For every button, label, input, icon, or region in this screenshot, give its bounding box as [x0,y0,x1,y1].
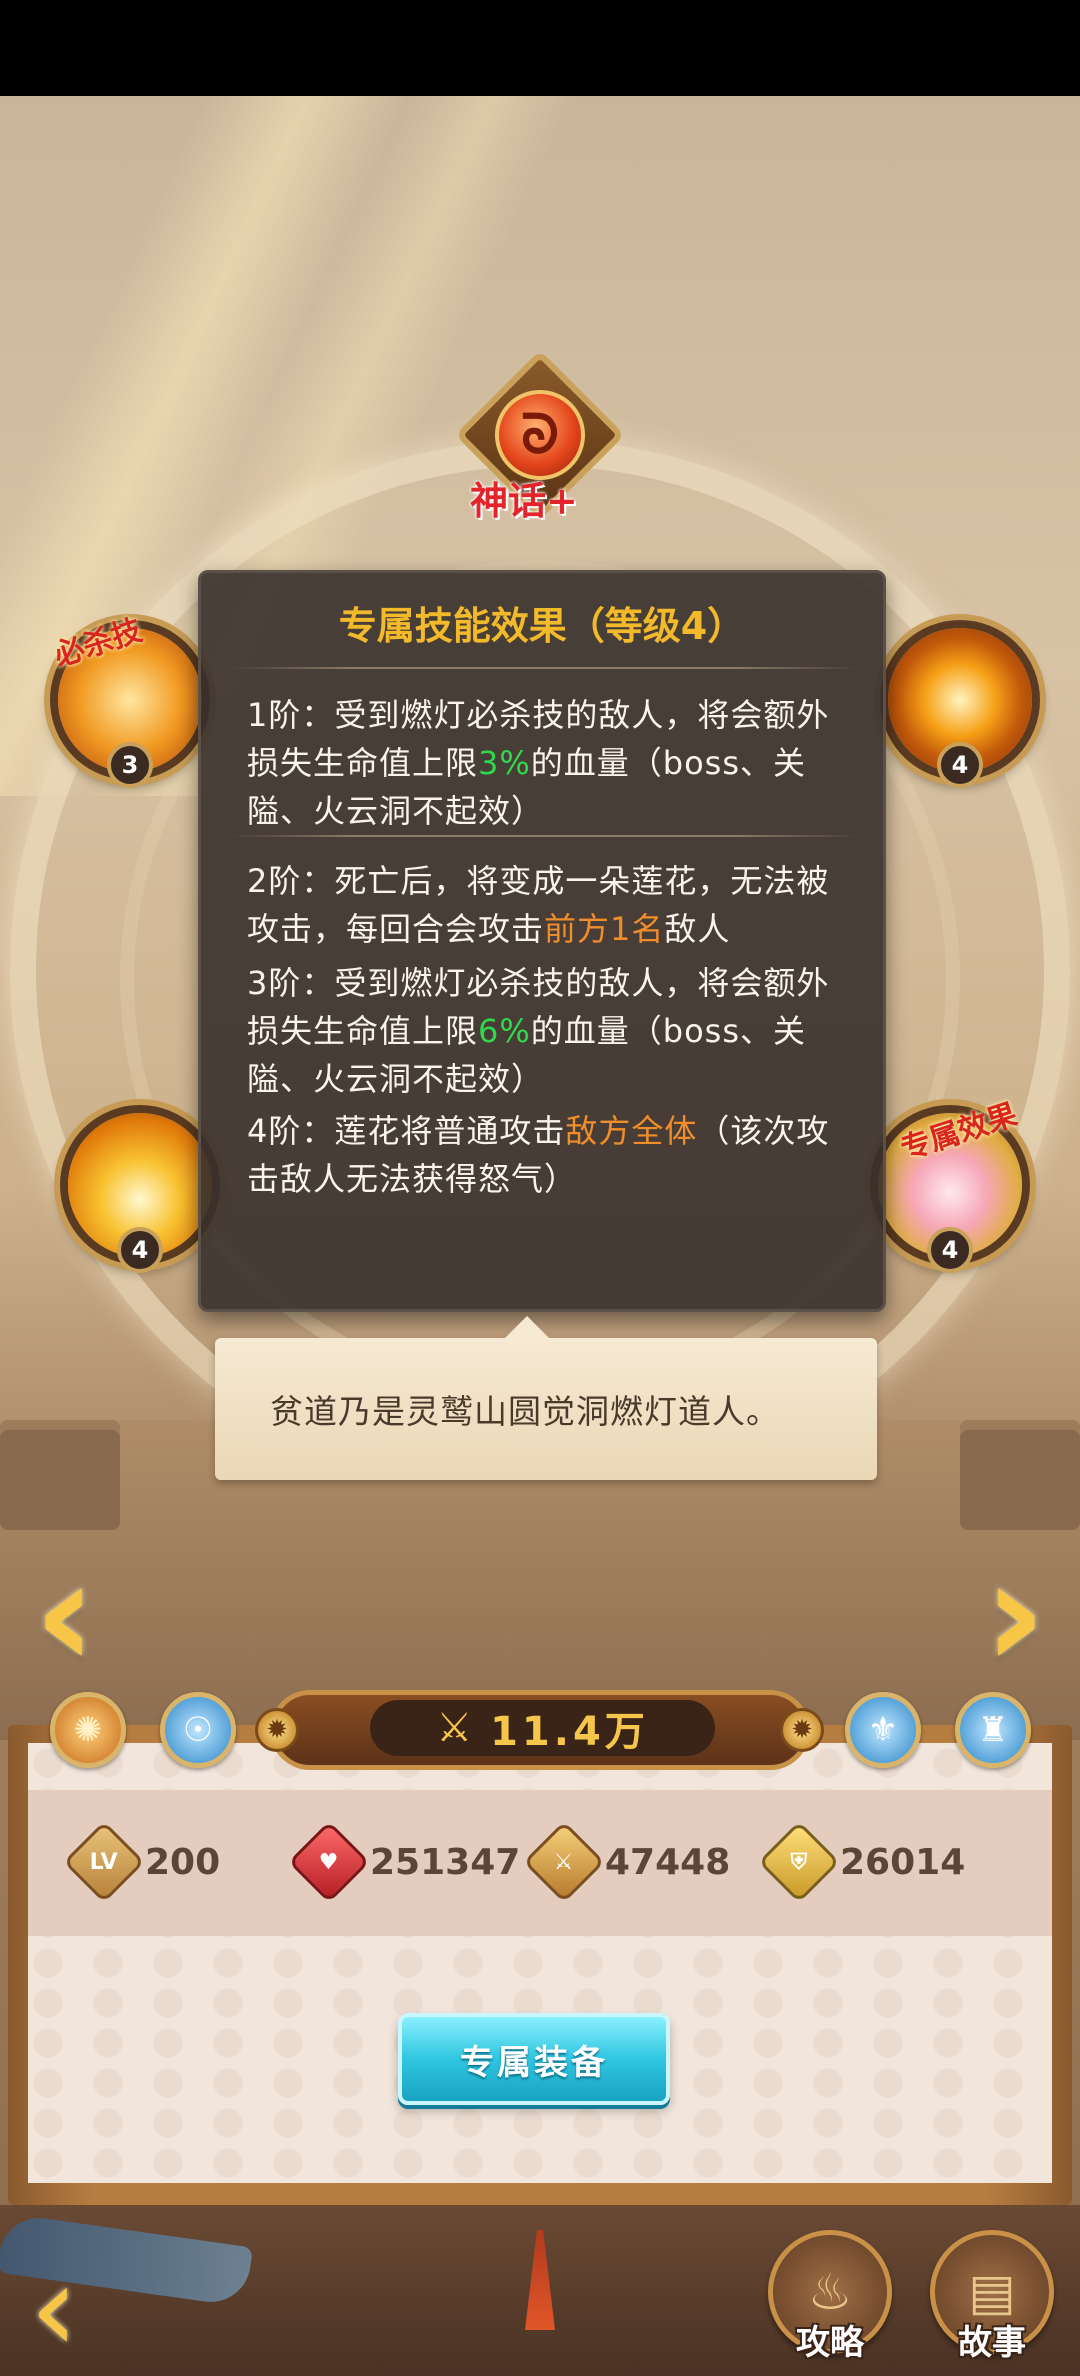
hero-stats-panel [0,1695,1080,2205]
crossed-swords-icon: ⚔ [436,1705,477,1751]
prev-hero-arrow-icon[interactable]: ‹ [10,1540,120,1690]
skill-slot-3[interactable]: 4 [60,1105,220,1273]
back-arrow-icon[interactable]: ‹ [30,2250,150,2370]
exclusive-equipment-button[interactable]: 专属装备 [398,2013,670,2105]
tier-3-text: 3阶：受到燃灯必杀技的敌人，将会额外损失生命值上限6%的血量（boss、关隘、火… [247,959,847,1103]
hero-quote: 贫道乃是灵鹫山圆觉洞燃灯道人。 [270,1392,780,1431]
tier-4-a: 4阶：莲花将普通攻击 [247,1112,566,1150]
book-icon: ▤ [968,2263,1016,2321]
crest-icon[interactable]: ⚜ [845,1692,921,1768]
tier-2-b: 敌人 [664,910,731,948]
tier-4-text: 4阶：莲花将普通攻击敌方全体（该次攻击敌人无法获得怒气） [247,1107,847,1203]
rarity-emblem: ᘐ 神话+ [455,350,625,523]
skill-slot-4[interactable]: 专属效果 4 [870,1097,1030,1273]
stat-attack: ⚔ 47448 [522,1820,731,1904]
divider [231,835,859,837]
skill-slot-1[interactable]: 必杀技 3 [50,613,210,788]
next-hero-arrow-icon[interactable]: › [960,1540,1070,1690]
skill-level: 4 [927,1227,973,1273]
hero-detail-screen: { "emblem": {"badge": "神话+", "glyph": "ᘐ… [0,0,1080,2376]
combat-power: ⚔ 11.4万 [370,1700,715,1756]
tier-1-text: 1阶：受到燃灯必杀技的敌人，将会额外损失生命值上限3%的血量（boss、关隘、火… [247,691,847,835]
status-bar [0,0,1080,96]
level-icon: LV [62,1820,146,1904]
defense-value: 26014 [840,1841,966,1883]
tier-4-highlight: 敌方全体 [565,1112,698,1150]
rarity-badge: 神话+ [470,478,578,523]
stone-plinth-right [960,1420,1080,1530]
level-value: 200 [145,1841,221,1883]
skill-slot-2[interactable]: 4 [880,620,1040,788]
attack-value: 47448 [605,1841,731,1883]
hp-value: 251347 [370,1841,521,1883]
stat-defense: ⛨ 26014 [757,1820,966,1904]
skill-tooltip: 专属技能效果（等级4） 1阶：受到燃灯必杀技的敌人，将会额外损失生命值上限3%的… [198,570,886,1312]
head-profile-icon[interactable]: ☉ [160,1692,236,1768]
flame-icon: ♨ [807,2263,853,2321]
gear-left-icon: ✹ [255,1708,299,1752]
stat-hp: ♥ 251347 [287,1820,521,1904]
gear-right-icon: ✹ [780,1708,824,1752]
tier-1-highlight: 3% [478,744,531,782]
shield-icon: ⛨ [757,1820,841,1904]
heart-icon: ♥ [287,1820,371,1904]
combat-power-value: 11.4万 [490,1709,649,1755]
tier-2-a: 2阶：死亡后，将变成一朵莲花，无法被攻击，每回合会攻击 [247,862,830,948]
skill-level: 4 [117,1227,163,1273]
guide-label: 攻略 [796,2323,864,2363]
sun-emblem-icon[interactable]: ✺ [50,1692,126,1768]
robe-icon[interactable]: ♜ [955,1692,1031,1768]
level-icon-label: LV [89,1849,119,1875]
tier-2-highlight: 前方1名 [544,910,665,948]
sword-icon: ⚔ [522,1820,606,1904]
story-label: 故事 [958,2323,1026,2363]
stone-plinth-left [0,1420,120,1530]
fire-swirl-icon: ᘐ [495,390,585,480]
tier-3-highlight: 6% [478,1012,531,1050]
skill-level: 4 [937,742,983,788]
tier-2-text: 2阶：死亡后，将变成一朵莲花，无法被攻击，每回合会攻击前方1名敌人 [247,857,847,953]
skill-level: 3 [107,742,153,788]
stat-level: LV 200 [62,1820,221,1904]
hero-quote-bubble: 贫道乃是灵鹫山圆觉洞燃灯道人。 [215,1316,877,1480]
tooltip-title: 专属技能效果（等级4） [338,604,746,648]
divider [231,667,859,669]
